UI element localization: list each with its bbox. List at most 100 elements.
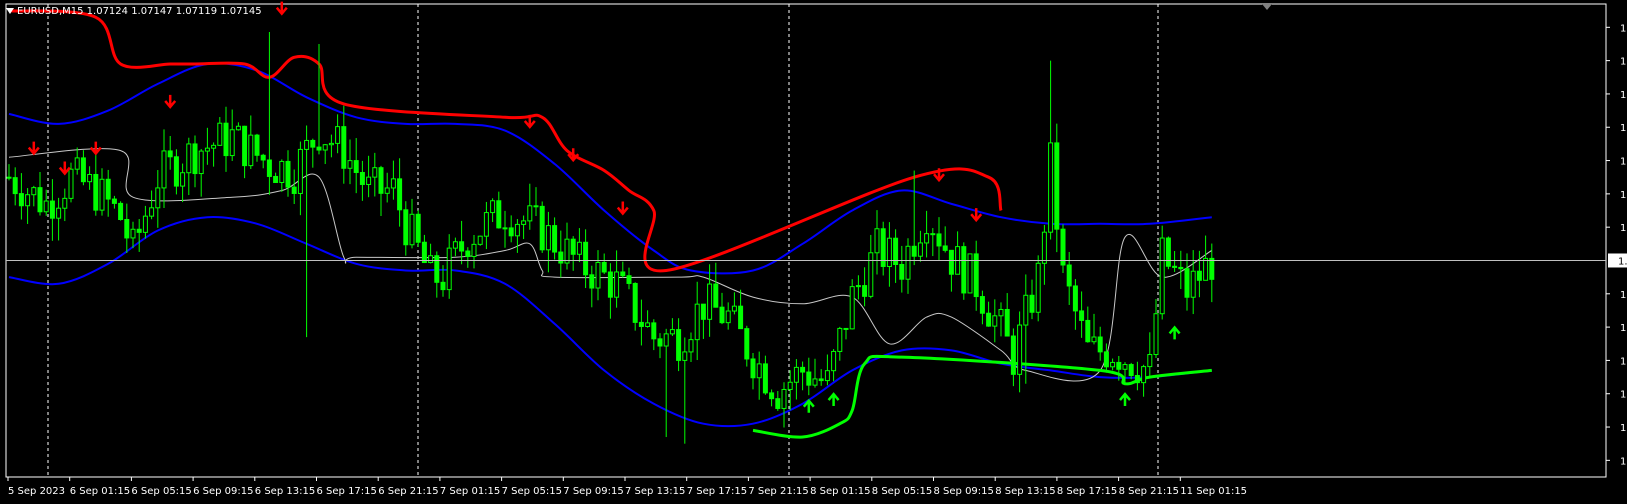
candle-body-bear	[1072, 285, 1078, 312]
candle-body-bull	[142, 215, 148, 233]
x-tick-label: 7 Sep 13:15	[625, 486, 685, 497]
x-tick-label: 8 Sep 01:15	[810, 486, 870, 497]
candle-body-bull	[56, 207, 62, 219]
candle-body-bear	[738, 305, 744, 330]
candle-body-bear	[1085, 319, 1091, 343]
candle-body-bear	[291, 186, 297, 194]
candle-body-bear	[1172, 265, 1178, 268]
dropdown-triangle-icon[interactable]	[6, 8, 14, 14]
candle-body-bear	[899, 263, 905, 280]
candle-body-bear	[713, 283, 719, 308]
y-tick-label: 1.07045	[1620, 323, 1627, 334]
candle-body-bull	[874, 228, 880, 254]
candle-body-bear	[1178, 266, 1184, 270]
candle-body-bear	[310, 139, 316, 148]
candle-body-bear	[1066, 264, 1072, 287]
candle-body-bear	[638, 321, 644, 327]
y-tick-label: 1.06995	[1620, 356, 1627, 367]
candle-body-bull	[335, 126, 341, 144]
candle-body-bear	[415, 213, 421, 243]
x-tick-label: 7 Sep 21:15	[748, 486, 808, 497]
candle-body-bull	[428, 255, 434, 264]
candle-body-bull	[198, 150, 204, 175]
candle-body-bull	[409, 213, 415, 246]
candle-body-bear	[1196, 270, 1202, 281]
candle-body-bear	[167, 150, 173, 158]
candle-body-bull	[1023, 294, 1029, 326]
candle-body-bull	[1017, 324, 1023, 375]
candle-body-bear	[862, 285, 868, 297]
y-tick-label: 1.07495	[1620, 23, 1627, 34]
chart-background	[0, 0, 1627, 500]
candle-body-bear	[105, 178, 111, 200]
candle-body-bull	[688, 339, 694, 353]
candle-body-bear	[657, 338, 663, 347]
candle-body-bull	[924, 233, 930, 244]
candle-body-bull	[682, 351, 688, 361]
candle-body-bull	[1159, 237, 1165, 315]
candle-body-bear	[719, 306, 725, 324]
candle-body-bear	[1128, 364, 1134, 376]
candle-body-bull	[366, 176, 372, 185]
candle-body-bull	[1153, 313, 1159, 356]
candle-body-bear	[118, 202, 124, 220]
candle-body-bull	[787, 381, 793, 390]
candle-body-bear	[979, 296, 985, 314]
candle-body-bear	[700, 303, 706, 320]
candle-body-bear	[1103, 351, 1109, 368]
candle-body-bear	[502, 227, 508, 230]
trading-chart[interactable]: 1.07495 1.07445 1.07395 1.07345 1.07295 1.072…	[0, 0, 1627, 500]
y-tick-label: 1.07195	[1620, 223, 1627, 234]
x-tick-label: 8 Sep 13:15	[995, 486, 1055, 497]
candle-body-bull	[390, 178, 396, 189]
candle-body-bull	[211, 144, 217, 149]
symbol-header: EURUSD,M15 1.07124 1.07147 1.07119 1.071…	[6, 6, 262, 17]
candle-body-bear	[942, 245, 948, 251]
candle-body-bear	[136, 228, 142, 233]
candle-body-bear	[651, 322, 657, 340]
candle-body-bull	[235, 125, 241, 131]
candle-body-bull	[812, 378, 818, 386]
candle-body-bull	[25, 194, 31, 207]
candle-body-bear	[1134, 374, 1140, 384]
candle-body-bull	[855, 285, 861, 288]
candle-body-bear	[434, 255, 440, 283]
candle-body-bull	[731, 305, 737, 312]
candle-body-bull	[1147, 354, 1153, 368]
candle-body-bear	[254, 134, 260, 156]
candle-body-bear	[1097, 336, 1103, 353]
candle-body-bear	[1010, 335, 1016, 375]
candle-body-bull	[669, 329, 675, 335]
candle-body-bear	[769, 392, 775, 400]
candle-body-bull	[229, 129, 235, 157]
candle-body-bear	[18, 193, 24, 207]
candle-body-bear	[800, 366, 806, 373]
chart-canvas[interactable]: 1.07495 1.07445 1.07395 1.07345 1.07295 1.072…	[0, 0, 1627, 500]
candle-body-bear	[465, 250, 471, 258]
candle-body-bear	[626, 275, 632, 284]
candle-body-bull	[967, 253, 973, 294]
candle-body-bear	[12, 177, 18, 195]
candle-body-bear	[601, 261, 607, 273]
x-tick-label: 8 Sep 05:15	[872, 486, 932, 497]
candle-body-bull	[204, 147, 210, 152]
x-tick-label: 6 Sep 13:15	[255, 486, 315, 497]
candle-body-bear	[459, 241, 465, 252]
candle-body-bear	[80, 157, 86, 183]
candle-body-bear	[583, 241, 589, 276]
candle-body-bull	[1190, 270, 1196, 298]
candle-body-bull	[384, 187, 390, 194]
candle-body-bull	[527, 205, 533, 222]
candle-body-bull	[564, 238, 570, 264]
candle-body-bull	[905, 245, 911, 280]
candle-body-bear	[508, 227, 514, 237]
candle-body-bull	[304, 139, 310, 150]
candle-body-bear	[806, 371, 812, 386]
x-tick-label: 7 Sep 01:15	[440, 486, 500, 497]
candle-body-bear	[1004, 308, 1010, 337]
candle-body-bull	[707, 283, 713, 320]
candle-body-bear	[1116, 361, 1122, 370]
candle-body-bear	[986, 312, 992, 327]
x-tick-label: 7 Sep 17:15	[687, 486, 747, 497]
x-tick-label: 7 Sep 09:15	[563, 486, 623, 497]
